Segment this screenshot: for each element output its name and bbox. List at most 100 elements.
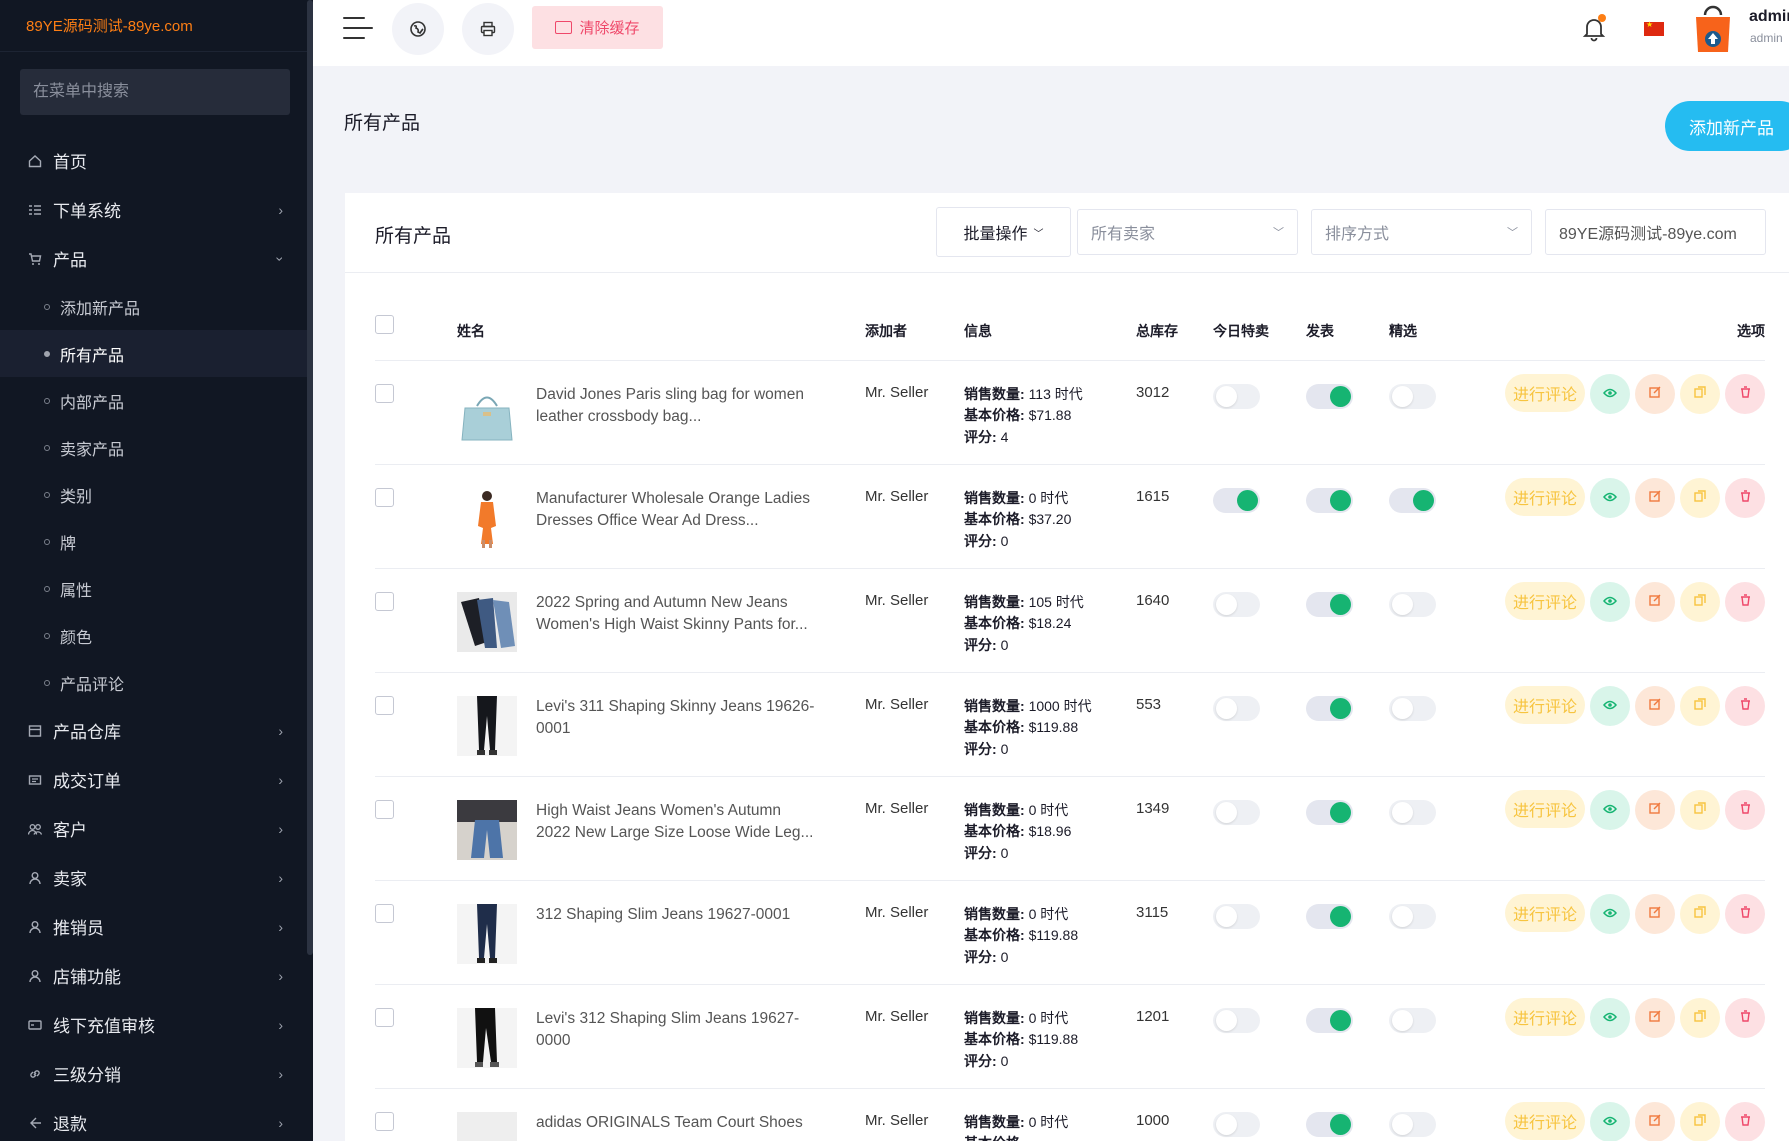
product-name-link[interactable]: Levi's 312 Shaping Slim Jeans 19627-0000 (536, 1008, 816, 1052)
delete-button[interactable] (1725, 581, 1765, 622)
duplicate-button[interactable] (1680, 997, 1720, 1038)
user-name[interactable]: admin (1749, 8, 1789, 26)
edit-button[interactable] (1635, 477, 1675, 518)
todays-deal-toggle[interactable] (1213, 903, 1260, 929)
sidebar-item-11[interactable]: 退款 › (0, 1098, 313, 1141)
delete-button[interactable] (1725, 893, 1765, 934)
brand-logo[interactable]: 89YE源码测试-89ye.com (0, 0, 313, 52)
sidebar-item-4[interactable]: 成交订单 › (0, 755, 313, 804)
duplicate-button[interactable] (1680, 789, 1720, 830)
product-name-link[interactable]: Levi's 311 Shaping Skinny Jeans 19626-00… (536, 696, 816, 740)
row-checkbox[interactable] (375, 1111, 394, 1131)
row-checkbox[interactable] (375, 799, 394, 819)
delete-button[interactable] (1725, 1101, 1765, 1141)
featured-toggle[interactable] (1389, 591, 1436, 617)
duplicate-button[interactable] (1680, 373, 1720, 414)
header-name[interactable]: 姓名 (457, 308, 865, 361)
product-thumbnail[interactable] (457, 799, 517, 860)
todays-deal-toggle[interactable] (1213, 799, 1260, 825)
product-name-link[interactable]: adidas ORIGINALS Team Court Shoes (536, 1112, 816, 1141)
todays-deal-toggle[interactable] (1213, 1007, 1260, 1033)
add-review-button[interactable]: 进行评论 (1504, 789, 1585, 828)
select-all-checkbox[interactable] (375, 314, 394, 334)
sort-select[interactable]: 排序方式 ﹀ (1311, 209, 1532, 255)
submenu-item-0[interactable]: 添加新产品 (0, 283, 313, 330)
todays-deal-toggle[interactable] (1213, 695, 1260, 721)
product-name-link[interactable]: Manufacturer Wholesale Orange Ladies Dre… (536, 488, 816, 532)
add-review-button[interactable]: 进行评论 (1504, 581, 1585, 620)
product-thumbnail[interactable] (457, 903, 517, 964)
view-button[interactable] (1590, 789, 1630, 830)
delete-button[interactable] (1725, 685, 1765, 726)
view-button[interactable] (1590, 477, 1630, 518)
print-button[interactable] (462, 3, 514, 55)
featured-toggle[interactable] (1389, 1007, 1436, 1033)
hamburger-menu-icon[interactable] (343, 17, 375, 43)
seller-filter-select[interactable]: 所有卖家 ﹀ (1077, 209, 1298, 255)
submenu-item-3[interactable]: 卖家产品 (0, 424, 313, 471)
shop-bag-avatar[interactable] (1693, 3, 1733, 53)
published-toggle[interactable] (1306, 799, 1353, 825)
sidebar-item-3[interactable]: 产品仓库 › (0, 706, 313, 755)
edit-button[interactable] (1635, 373, 1675, 414)
product-thumbnail[interactable] (457, 487, 517, 548)
product-name-link[interactable]: David Jones Paris sling bag for women le… (536, 384, 816, 428)
submenu-item-4[interactable]: 类别 (0, 471, 313, 518)
edit-button[interactable] (1635, 789, 1675, 830)
view-button[interactable] (1590, 1101, 1630, 1141)
sidebar-item-0[interactable]: 首页 (0, 136, 313, 185)
add-new-product-button[interactable]: 添加新产品 (1665, 101, 1789, 151)
todays-deal-toggle[interactable] (1213, 487, 1260, 513)
submenu-item-6[interactable]: 属性 (0, 565, 313, 612)
add-review-button[interactable]: 进行评论 (1504, 1101, 1585, 1140)
featured-toggle[interactable] (1389, 487, 1436, 513)
menu-search-input[interactable] (20, 69, 290, 115)
todays-deal-toggle[interactable] (1213, 383, 1260, 409)
edit-button[interactable] (1635, 685, 1675, 726)
product-thumbnail[interactable] (457, 591, 517, 652)
published-toggle[interactable] (1306, 1007, 1353, 1033)
edit-button[interactable] (1635, 1101, 1675, 1141)
featured-toggle[interactable] (1389, 1111, 1436, 1137)
published-toggle[interactable] (1306, 591, 1353, 617)
add-review-button[interactable]: 进行评论 (1504, 477, 1585, 516)
sidebar-item-1[interactable]: 下单系统 › (0, 185, 313, 234)
delete-button[interactable] (1725, 789, 1765, 830)
duplicate-button[interactable] (1680, 685, 1720, 726)
globe-button[interactable] (392, 3, 444, 55)
submenu-item-2[interactable]: 内部产品 (0, 377, 313, 424)
product-thumbnail[interactable] (457, 1007, 517, 1068)
row-checkbox[interactable] (375, 591, 394, 611)
add-review-button[interactable]: 进行评论 (1504, 685, 1585, 724)
add-review-button[interactable]: 进行评论 (1504, 373, 1585, 412)
view-button[interactable] (1590, 373, 1630, 414)
submenu-item-1[interactable]: 所有产品 (0, 330, 313, 377)
row-checkbox[interactable] (375, 1007, 394, 1027)
todays-deal-toggle[interactable] (1213, 1111, 1260, 1137)
featured-toggle[interactable] (1389, 383, 1436, 409)
product-name-link[interactable]: 2022 Spring and Autumn New Jeans Women's… (536, 592, 816, 636)
published-toggle[interactable] (1306, 695, 1353, 721)
duplicate-button[interactable] (1680, 477, 1720, 518)
sidebar-item-6[interactable]: 卖家 › (0, 853, 313, 902)
view-button[interactable] (1590, 581, 1630, 622)
notification-bell-icon[interactable] (1581, 14, 1607, 42)
sidebar-item-2[interactable]: 产品 › (0, 234, 313, 283)
todays-deal-toggle[interactable] (1213, 591, 1260, 617)
china-flag-icon[interactable] (1644, 20, 1664, 36)
duplicate-button[interactable] (1680, 581, 1720, 622)
featured-toggle[interactable] (1389, 695, 1436, 721)
edit-button[interactable] (1635, 581, 1675, 622)
published-toggle[interactable] (1306, 383, 1353, 409)
row-checkbox[interactable] (375, 383, 394, 403)
delete-button[interactable] (1725, 373, 1765, 414)
product-thumbnail[interactable] (457, 695, 517, 756)
product-thumbnail[interactable] (457, 1111, 517, 1141)
delete-button[interactable] (1725, 477, 1765, 518)
sidebar-item-10[interactable]: 三级分销 › (0, 1049, 313, 1098)
duplicate-button[interactable] (1680, 893, 1720, 934)
featured-toggle[interactable] (1389, 799, 1436, 825)
published-toggle[interactable] (1306, 1111, 1353, 1137)
row-checkbox[interactable] (375, 903, 394, 923)
bulk-action-dropdown[interactable]: 批量操作 ﹀ (936, 207, 1071, 257)
